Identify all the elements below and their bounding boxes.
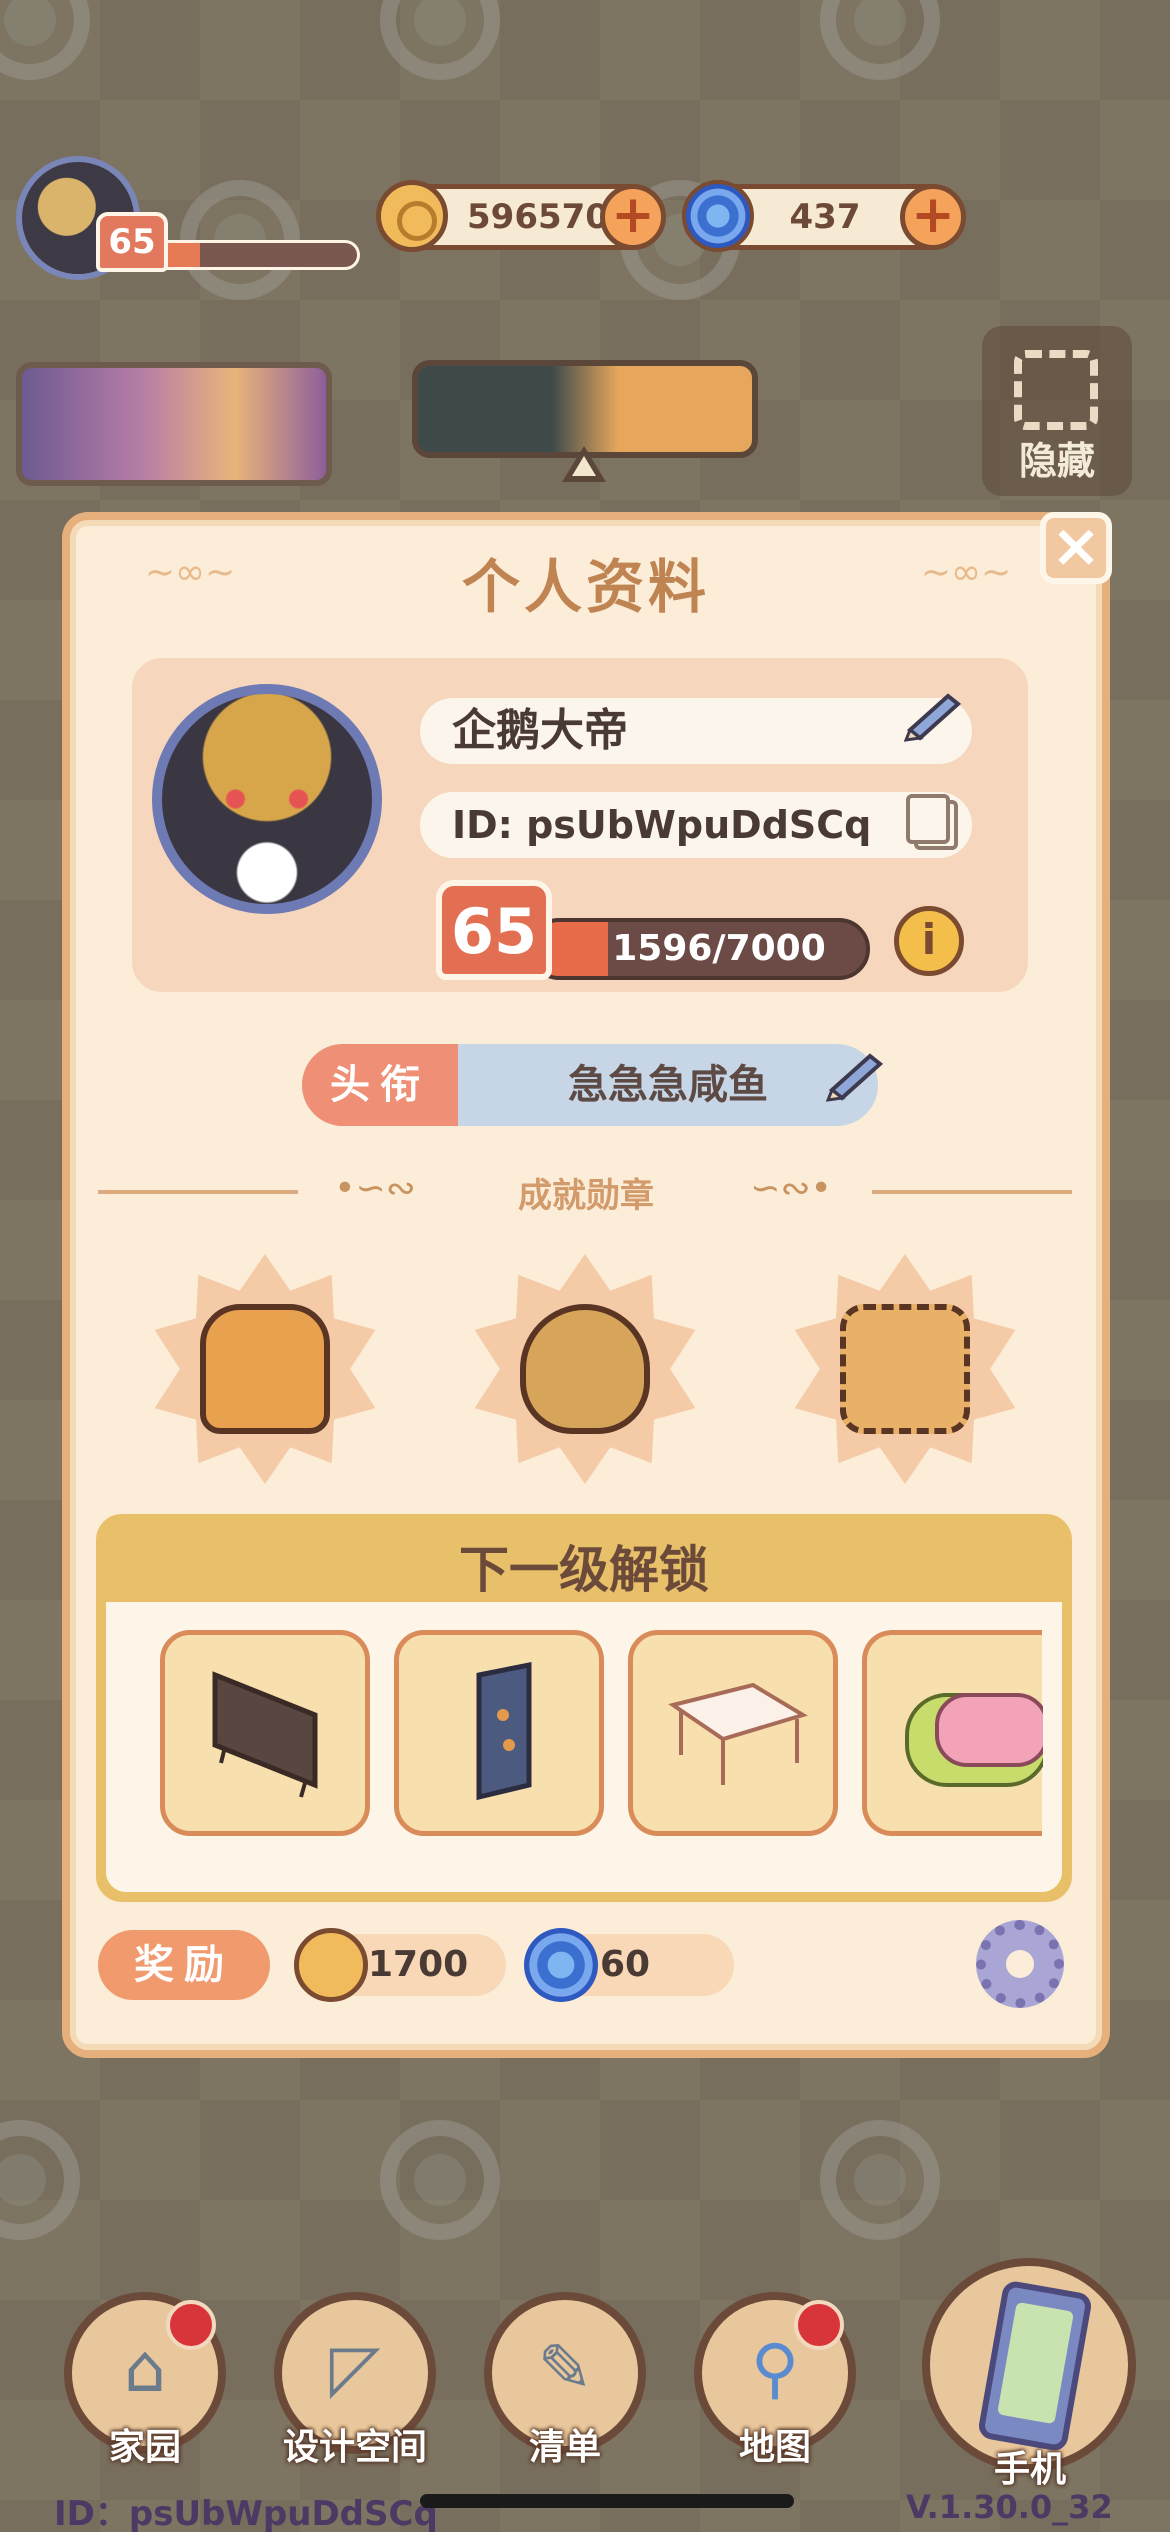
unlock-item[interactable] xyxy=(394,1630,604,1836)
day-night-indicator xyxy=(412,360,758,458)
nav-home-label: 家园 xyxy=(108,2427,181,2468)
player-name: 企鹅大帝 xyxy=(452,705,628,756)
player-title-row[interactable]: 头衔 急急急咸鱼 xyxy=(302,1044,878,1126)
frame-icon xyxy=(1014,350,1098,430)
table-icon xyxy=(668,1682,808,1785)
gem-amount: 437 xyxy=(789,197,861,237)
day-night-pointer-icon xyxy=(562,446,606,482)
dialog-title: 个人资料 xyxy=(461,553,710,621)
add-coins-button[interactable]: + xyxy=(600,184,666,250)
player-id-field: ID: psUbWpuDdSCq xyxy=(420,792,972,858)
player-level-badge: 65 xyxy=(96,212,168,272)
nav-phone-label: 手机 xyxy=(993,2449,1066,2490)
money-bag-medal-icon xyxy=(520,1304,650,1434)
unlock-item[interactable] xyxy=(862,1630,1049,1836)
footer-player-id: ID：psUbWpuDdSCq xyxy=(54,2494,438,2532)
edit-name-pencil-icon[interactable] xyxy=(904,690,964,742)
achievement-medal[interactable] xyxy=(770,1254,1040,1484)
home-indicator xyxy=(420,2494,794,2508)
bg-decoration xyxy=(380,2120,500,2240)
reward-label: 奖励 xyxy=(98,1930,270,2000)
profile-xp-bar: 1596/7000 xyxy=(528,918,870,980)
gem-icon xyxy=(682,180,754,252)
copy-id-icon[interactable] xyxy=(906,794,958,850)
next-unlock-heading: 下一级解锁 xyxy=(459,1541,709,1599)
bg-decoration xyxy=(0,0,90,80)
player-xp-bar xyxy=(150,240,360,270)
event-banner[interactable] xyxy=(16,362,332,486)
bread-box-icon xyxy=(905,1693,1049,1787)
achievement-medal[interactable] xyxy=(130,1254,400,1484)
poster-icon xyxy=(476,1661,532,1801)
bg-decoration xyxy=(820,2120,940,2240)
xp-text: 1596/7000 xyxy=(612,928,826,969)
hide-ui-button[interactable]: 隐藏 xyxy=(982,326,1132,496)
title-tag: 头衔 xyxy=(302,1044,458,1126)
app-version: V.1.30.0_32 xyxy=(906,2488,1113,2526)
gem-icon xyxy=(524,1928,598,2002)
nav-design-label: 设计空间 xyxy=(282,2427,427,2468)
achievement-medal[interactable] xyxy=(450,1254,720,1484)
hide-label: 隐藏 xyxy=(1018,439,1095,483)
phone-icon xyxy=(976,2279,1094,2453)
reward-gems-amount: 60 xyxy=(600,1944,651,1985)
stamp-medal-icon xyxy=(840,1304,970,1434)
notification-badge xyxy=(166,2300,216,2350)
bg-decoration xyxy=(0,2120,80,2240)
achievements-heading: 成就勋章 xyxy=(518,1176,654,1216)
bg-decoration xyxy=(380,0,500,80)
profile-avatar[interactable] xyxy=(152,684,382,914)
bg-decoration xyxy=(820,0,940,80)
settings-gear-icon[interactable] xyxy=(976,1920,1064,2008)
unlock-item[interactable] xyxy=(160,1630,370,1836)
unlock-item[interactable] xyxy=(628,1630,838,1836)
design-tools-icon: ◸ xyxy=(329,2330,381,2407)
dress-medal-icon xyxy=(200,1304,330,1434)
player-id: ID: psUbWpuDdSCq xyxy=(452,803,872,847)
add-gems-button[interactable]: + xyxy=(900,184,966,250)
coin-amount: 596570 xyxy=(467,197,609,237)
coin-icon xyxy=(294,1928,368,2002)
tv-icon xyxy=(212,1671,318,1798)
nav-checklist-label: 清单 xyxy=(528,2427,601,2468)
edit-title-pencil-icon[interactable] xyxy=(826,1050,886,1102)
checklist-icon: ✎ xyxy=(537,2330,593,2407)
profile-level-badge: 65 xyxy=(436,880,552,980)
player-name-field[interactable]: 企鹅大帝 xyxy=(420,698,972,764)
title-value: 急急急咸鱼 xyxy=(568,1062,768,1108)
notification-badge xyxy=(794,2300,844,2350)
level-info-button[interactable]: i xyxy=(894,906,964,976)
reward-coins-amount: 1700 xyxy=(368,1944,469,1985)
nav-map-label: 地图 xyxy=(738,2427,811,2468)
coin-icon xyxy=(376,180,448,252)
